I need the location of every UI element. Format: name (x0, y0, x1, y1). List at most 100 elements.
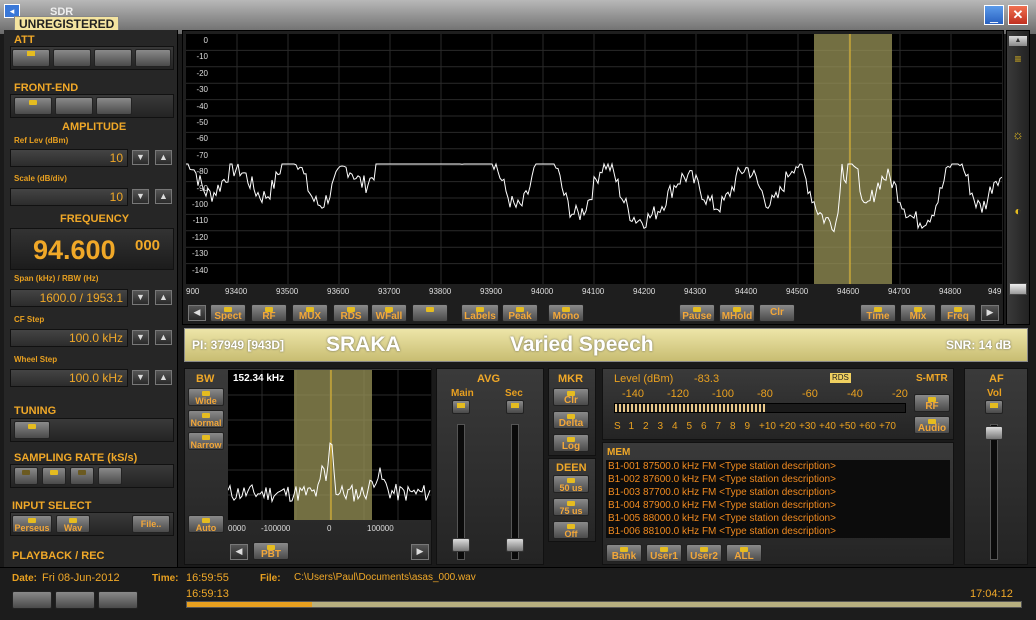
peak-button[interactable]: Peak (502, 304, 538, 322)
spectrum-y-tick: -20 (196, 68, 208, 78)
bw-plot[interactable] (228, 370, 431, 520)
mkr-clr-button[interactable]: Clr (553, 388, 589, 406)
sampling-button-4[interactable] (98, 467, 122, 485)
file-button[interactable]: File.. (132, 515, 170, 533)
close-icon[interactable]: ✕ (1008, 5, 1028, 25)
mux-button[interactable]: MUX (292, 304, 328, 322)
frontend-button-2[interactable] (55, 97, 93, 115)
spectrum-graph (186, 34, 1002, 284)
pbt-left-arrow-icon[interactable]: ◀ (230, 544, 248, 560)
avg-main-slider[interactable] (452, 538, 470, 552)
spectrum-left-arrow-icon[interactable]: ◀ (188, 305, 206, 321)
sampling-button-3[interactable] (70, 467, 94, 485)
af-vol-slider[interactable] (985, 426, 1003, 440)
spectrum-plot[interactable] (186, 34, 1002, 284)
play-button[interactable] (55, 591, 95, 609)
rf-button[interactable]: RF (251, 304, 287, 322)
mem-entry[interactable]: B1-004 87900.0 kHz FM <Type station desc… (606, 499, 950, 512)
time-button[interactable]: Time (860, 304, 896, 322)
att-button-4[interactable] (135, 49, 171, 67)
sampling-button-1[interactable] (14, 467, 38, 485)
wfall-button[interactable]: WFall (371, 304, 407, 322)
playback-progress[interactable] (186, 601, 1022, 608)
frontend-button-1[interactable] (14, 97, 52, 115)
tuning-button[interactable] (14, 421, 50, 439)
att-button-2[interactable] (53, 49, 91, 67)
contrast-icon[interactable]: ◐ (1009, 204, 1027, 218)
ref-level-up-icon[interactable]: ▲ (155, 150, 172, 165)
smtr-audio-button[interactable]: Audio (914, 416, 950, 434)
spect-button[interactable]: Spect (210, 304, 246, 322)
record-button[interactable] (98, 591, 138, 609)
mem-all-button[interactable]: ALL (726, 544, 762, 562)
span-down-icon[interactable]: ▼ (132, 290, 149, 305)
pause-button[interactable]: Pause (679, 304, 715, 322)
scroll-slider[interactable] (1009, 283, 1027, 295)
mem-user1-button[interactable]: User1 (646, 544, 682, 562)
wheel-step-field[interactable]: 100.0 kHz (10, 369, 128, 387)
scale-up-icon[interactable]: ▲ (155, 189, 172, 204)
frontend-button-3[interactable] (96, 97, 132, 115)
clr-spectrum-button[interactable]: Clr (759, 304, 795, 322)
labels-button[interactable]: Labels (461, 304, 499, 322)
scale-label: Scale (dB/div) (14, 174, 67, 183)
avg-sec-slider[interactable] (506, 538, 524, 552)
mem-entry[interactable]: B1-001 87500.0 kHz FM <Type station desc… (606, 460, 950, 473)
att-button-3[interactable] (94, 49, 132, 67)
spectrum-unlabeled-button[interactable] (412, 304, 448, 322)
mono-button[interactable]: Mono (548, 304, 584, 322)
bw-wide-button[interactable]: Wide (188, 388, 224, 406)
freq-button[interactable]: Freq (940, 304, 976, 322)
mem-entry[interactable]: B1-006 88100.0 kHz FM <Type station desc… (606, 525, 950, 538)
deen-75us-button[interactable]: 75 us (553, 498, 589, 516)
bw-auto-button[interactable]: Auto (188, 515, 224, 533)
level-meter-fill (615, 404, 766, 412)
bw-narrow-button[interactable]: Narrow (188, 432, 224, 450)
scroll-up-icon[interactable]: ▲ (1009, 36, 1027, 46)
mem-entry[interactable]: B1-003 87700.0 kHz FM <Type station desc… (606, 486, 950, 499)
date-label: Date: (12, 573, 38, 584)
spectrum-x-tick: 94000 (531, 287, 554, 296)
mem-entry[interactable]: B1-002 87600.0 kHz FM <Type station desc… (606, 473, 950, 486)
wav-button[interactable]: Wav (56, 515, 90, 533)
deen-50us-button[interactable]: 50 us (553, 475, 589, 493)
brightness-icon[interactable]: ☼ (1009, 128, 1027, 142)
mem-entry[interactable]: B1-005 88000.0 kHz FM <Type station desc… (606, 512, 950, 525)
cf-step-field[interactable]: 100.0 kHz (10, 329, 128, 347)
mem-user2-button[interactable]: User2 (686, 544, 722, 562)
minimize-icon[interactable]: _ (984, 5, 1004, 25)
cf-step-down-icon[interactable]: ▼ (132, 330, 149, 345)
playback-start-time: 16:59:13 (186, 588, 229, 600)
wheel-step-down-icon[interactable]: ▼ (132, 370, 149, 385)
scale-field[interactable]: 10 (10, 188, 128, 206)
perseus-button[interactable]: Perseus (12, 515, 52, 533)
cf-step-up-icon[interactable]: ▲ (155, 330, 172, 345)
span-field[interactable]: 1600.0 / 1953.1 (10, 289, 128, 307)
ref-level-down-icon[interactable]: ▼ (132, 150, 149, 165)
mix-button[interactable]: Mix (900, 304, 936, 322)
span-up-icon[interactable]: ▲ (155, 290, 172, 305)
sampling-button-2[interactable] (42, 467, 66, 485)
mem-bank-button[interactable]: Bank (606, 544, 642, 562)
spectrum-y-tick: -40 (196, 101, 208, 111)
spectrum-x-tick: 94100 (582, 287, 605, 296)
deen-off-button[interactable]: Off (553, 521, 589, 539)
frequency-display[interactable]: 94.600 000 (10, 228, 174, 270)
pbt-right-arrow-icon[interactable]: ▶ (411, 544, 429, 560)
mkr-log-button[interactable]: Log (553, 434, 589, 452)
mkr-delta-button[interactable]: Delta (553, 411, 589, 429)
rds-button[interactable]: RDS (333, 304, 369, 322)
rewind-button[interactable] (12, 591, 52, 609)
wheel-step-up-icon[interactable]: ▲ (155, 370, 172, 385)
bw-normal-button[interactable]: Normal (188, 410, 224, 428)
menu-lines-icon[interactable]: ≡ (1009, 52, 1027, 66)
smtr-rf-button[interactable]: RF (914, 394, 950, 412)
ref-level-field[interactable]: 10 (10, 149, 128, 167)
mhold-button[interactable]: MHold (719, 304, 755, 322)
spectrum-right-arrow-icon[interactable]: ▶ (981, 305, 999, 321)
bw-title: BW (196, 373, 215, 385)
spectrum-y-tick: -70 (196, 150, 208, 160)
bw-tick-2: -100000 (261, 524, 291, 533)
scale-down-icon[interactable]: ▼ (132, 189, 149, 204)
pbt-button[interactable]: PBT (253, 542, 289, 560)
